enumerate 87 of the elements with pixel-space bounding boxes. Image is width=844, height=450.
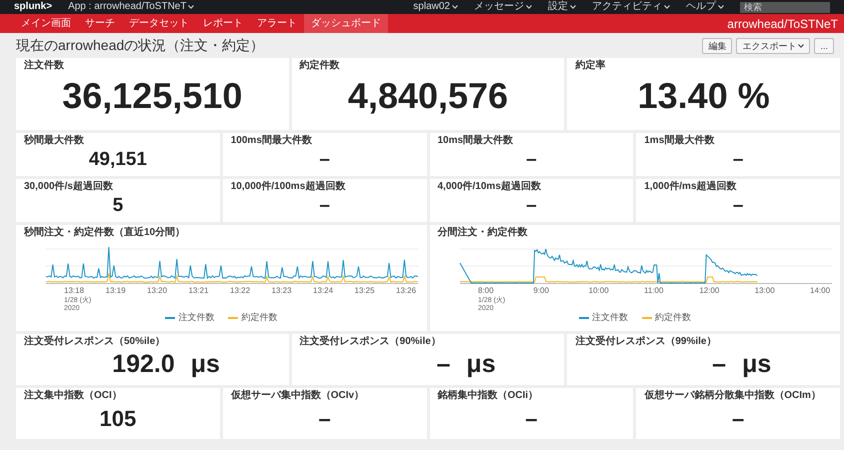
axis-label: 11:00 [644, 286, 663, 295]
axis-label: 8:00 [478, 286, 494, 295]
menu-item[interactable]: メッセージ [474, 0, 532, 14]
unit-label: μs [742, 352, 772, 377]
axis-label: 10:00 [588, 286, 608, 295]
logo[interactable]: splunk> [14, 0, 52, 14]
nav-tab[interactable]: メイン画面 [14, 14, 78, 33]
panel-title: 1,000件/ms超過回数 [644, 181, 738, 193]
menu-item[interactable]: 設定 [548, 0, 576, 14]
stat-value: – [318, 408, 332, 430]
axis-label: 13:22 [230, 286, 250, 295]
panel-title: 注文受付レスポンス（99%ile） [575, 336, 718, 348]
stat-value: 5 [112, 196, 124, 215]
stat-value: 36,125,510 [61, 78, 244, 114]
panel-title: 注文受付レスポンス（90%ile） [300, 336, 442, 348]
app-menu[interactable]: App : arrowhead/ToSTNeT [68, 0, 194, 14]
dashboard-title: 現在のarrowheadの状況（注文・約定） [16, 36, 264, 55]
caret-icon [664, 5, 670, 9]
axis-label: 13:21 [188, 286, 209, 295]
stat-value: – [436, 352, 450, 377]
axis-label: 12:00 [698, 286, 719, 295]
unit-label: μs [466, 352, 496, 377]
panel-title: 分間注文・約定件数 [438, 227, 528, 239]
stat-value: – [732, 150, 744, 169]
panel-title: 10ms間最大件数 [438, 135, 514, 147]
menu-item[interactable]: アクティビティ [592, 0, 670, 14]
app-name: arrowhead/ToSTNeT [727, 16, 838, 32]
axis-label: 13:00 [754, 286, 774, 295]
stat-value: – [524, 408, 538, 430]
panel-title: 注文受付レスポンス（50%ile） [24, 336, 166, 348]
axis-label: 13:26 [396, 286, 416, 295]
stat-value: – [711, 352, 726, 377]
stat-value: – [525, 150, 538, 169]
panel-title: 約定率 [575, 60, 606, 72]
export-dropdown[interactable]: エクスポート [736, 38, 810, 54]
legend-label: 約定件数 [241, 311, 278, 324]
menu-item[interactable]: ヘルプ [686, 0, 724, 14]
caret-icon [526, 5, 532, 9]
nav-tab[interactable]: レポート [196, 14, 250, 33]
toolbar-button[interactable]: ... [814, 38, 834, 54]
stat-value: – [318, 150, 331, 169]
axis-label: 13:20 [147, 286, 168, 295]
axis-label: 9:00 [532, 286, 548, 295]
panel-title: 秒間最大件数 [24, 135, 85, 147]
panel-title: 100ms間最大件数 [230, 135, 313, 147]
nav-tab[interactable]: ダッシュボード [304, 14, 388, 33]
stat-value: 13.40 % [636, 78, 771, 114]
stat-value: – [731, 408, 746, 430]
legend-label: 注文件数 [592, 311, 628, 324]
axis-label: 14:00 [810, 286, 830, 295]
nav-tab[interactable]: サーチ [78, 14, 122, 33]
stat-value: – [525, 196, 538, 215]
panel-title: 約定件数 [300, 60, 341, 72]
nav-tab[interactable]: アラート [250, 14, 304, 33]
menu-item[interactable]: splaw02 [413, 0, 458, 14]
nav-tab[interactable]: データセット [122, 14, 196, 33]
legend-label: 約定件数 [654, 311, 691, 324]
panel-title: 1ms間最大件数 [644, 135, 716, 147]
axis-label: 13:19 [106, 286, 126, 295]
caret-icon [798, 44, 804, 48]
legend-label: 注文件数 [178, 311, 214, 324]
panel-title: 仮想サーバ集中指数（OCIv） [230, 390, 366, 402]
panel-title: 仮想サーバ銘柄分散集中指数（OCIm） [644, 390, 822, 402]
panel-title: 4,000件/10ms超過回数 [438, 181, 542, 193]
stat-value: 49,151 [88, 150, 148, 169]
caret-icon [188, 5, 194, 9]
stat-value: 192.0 [111, 352, 175, 377]
stat-value: – [732, 196, 744, 215]
stat-value: – [318, 196, 331, 215]
panel-title: 銘柄集中指数（OCIi） [438, 390, 540, 402]
panel-title: 注文集中指数（OCI） [24, 390, 123, 402]
axis-label: 13:25 [354, 286, 375, 295]
caret-icon [452, 5, 458, 9]
panel-title: 注文件数 [24, 60, 65, 72]
search-field[interactable]: 検索 [740, 2, 830, 12]
panel-title: 秒間注文・約定件数（直近10分間） [24, 227, 186, 239]
unit-label: μs [190, 352, 220, 377]
axis-label: 13:23 [272, 286, 292, 295]
axis-label: 13:24 [313, 286, 334, 295]
panel-title: 30,000件/s超過回数 [24, 181, 114, 193]
stat-value: 105 [98, 408, 138, 430]
caret-icon [570, 5, 576, 9]
panel-title: 10,000件/100ms超過回数 [230, 181, 346, 193]
axis-label: 13:18 [64, 286, 84, 295]
caret-icon [718, 5, 724, 9]
stat-value: 4,840,576 [346, 78, 510, 114]
toolbar-button[interactable]: 編集 [702, 38, 732, 54]
